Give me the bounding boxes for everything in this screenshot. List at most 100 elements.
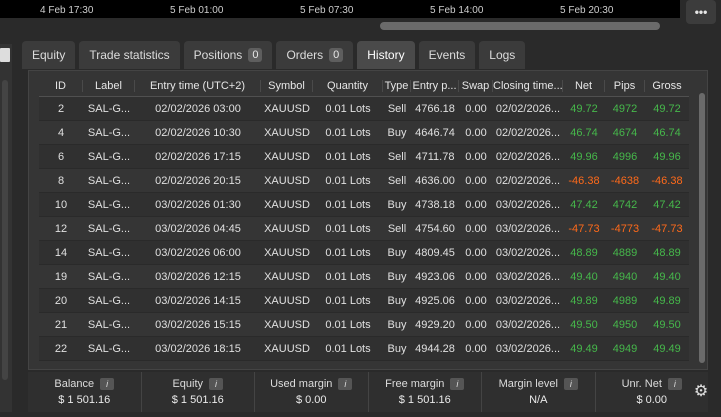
trade-id-cell: 8 [57,174,65,187]
chart-horizontal-scrollbar[interactable] [380,22,660,30]
summary-label: Used margin [270,378,333,390]
trade-type-cell: Buy [387,342,407,355]
trade-label-cell: SAL-G... [87,102,131,115]
trade-id-cell: 22 [54,342,68,355]
symbol-cell: XAUUSD [264,150,310,163]
tab-history[interactable]: History [357,41,415,69]
quantity-cell: 0.01 Lots [325,318,371,331]
summary-value: $ 0.00 [295,394,327,406]
summary-label-row: Used margin i [270,378,353,390]
column-header-entry-time[interactable]: Entry time (UTC+2) [135,79,261,92]
column-header-pips[interactable]: Pips [605,79,645,92]
table-row[interactable]: 19 SAL-G... 03/02/2026 12:15 XAUUSD 0.01 Lot… [39,265,689,289]
info-icon[interactable]: i [100,378,115,390]
info-icon[interactable]: i [209,378,224,390]
trade-label-cell: SAL-G... [87,198,131,211]
trade-type-cell: Buy [387,126,407,139]
tab-positions[interactable]: Positions 0 [183,41,273,69]
trade-label-cell: SAL-G... [87,222,131,235]
table-row[interactable]: 2 SAL-G... 02/02/2026 03:00 XAUUSD 0.01 Lots… [39,97,689,121]
quantity-cell: 0.01 Lots [325,294,371,307]
entry-price-cell: 4766.18 [415,102,455,115]
column-header-swap[interactable]: Swap [459,79,493,92]
left-scrollbar[interactable] [2,80,8,380]
column-header-label[interactable]: Label [83,79,135,92]
settings-gear-icon[interactable]: ⚙ [692,383,710,401]
entry-price-cell: 4754.60 [415,222,455,235]
net-cell: 49.40 [570,270,598,283]
swap-cell: 0.00 [465,174,487,187]
net-cell: 49.50 [570,318,598,331]
summary-value: $ 1 501.16 [58,394,111,406]
swap-cell: 0.00 [465,270,487,283]
column-header-entry-price[interactable]: Entry p... [411,79,459,92]
table-row[interactable]: 22 SAL-G... 03/02/2026 18:15 XAUUSD 0.01 Lot… [39,337,689,361]
pips-cell: 4989 [612,294,638,307]
closing-time-cell: 03/02/2026... [495,342,561,355]
column-header-id[interactable]: ID [39,79,83,92]
entry-time-cell: 02/02/2026 17:15 [155,150,241,163]
entry-price-cell: 4636.00 [415,174,455,187]
info-icon[interactable]: i [667,378,682,390]
trade-type-cell: Buy [387,294,407,307]
net-cell: 49.96 [570,150,598,163]
table-row[interactable]: 10 SAL-G... 03/02/2026 01:30 XAUUSD 0.01 Lot… [39,193,689,217]
gross-cell: -46.38 [651,174,683,187]
summary-label-row: Balance i [54,378,115,390]
info-icon[interactable]: i [450,378,465,390]
entry-time-cell: 03/02/2026 04:45 [155,222,241,235]
swap-cell: 0.00 [465,342,487,355]
entry-time-cell: 03/02/2026 14:15 [155,294,241,307]
trade-type-cell: Buy [387,246,407,259]
info-icon[interactable]: i [338,378,353,390]
table-row[interactable]: 21 SAL-G... 03/02/2026 15:15 XAUUSD 0.01 Lot… [39,313,689,337]
tab-orders[interactable]: Orders 0 [276,41,354,69]
table-row[interactable]: 14 SAL-G... 03/02/2026 06:00 XAUUSD 0.01 Lot… [39,241,689,265]
table-row[interactable]: 6 SAL-G... 02/02/2026 17:15 XAUUSD 0.01 Lots… [39,145,689,169]
table-vertical-scrollbar[interactable] [699,93,705,363]
trade-label-cell: SAL-G... [87,246,131,259]
quantity-cell: 0.01 Lots [325,174,371,187]
scrollbar-thumb[interactable] [699,93,705,363]
summary-equity: Equity i $ 1 501.16 [142,372,255,412]
tab-events[interactable]: Events [418,41,476,69]
closing-time-cell: 03/02/2026... [495,294,561,307]
summary-label: Margin level [498,378,558,390]
net-cell: -47.73 [568,222,600,235]
gross-cell: 49.89 [653,294,681,307]
table-row[interactable]: 12 SAL-G... 03/02/2026 04:45 XAUUSD 0.01 Lot… [39,217,689,241]
table-row[interactable]: 8 SAL-G... 02/02/2026 20:15 XAUUSD 0.01 Lots… [39,169,689,193]
tab-equity[interactable]: Equity [22,41,76,69]
summary-label: Free margin [385,378,445,390]
table-row[interactable]: 20 SAL-G... 03/02/2026 14:15 XAUUSD 0.01 Lot… [39,289,689,313]
pips-cell: 4889 [612,246,638,259]
table-row[interactable]: 4 SAL-G... 02/02/2026 10:30 XAUUSD 0.01 Lots… [39,121,689,145]
tab-count-badge: 0 [248,48,263,62]
info-icon[interactable]: i [563,378,578,390]
column-header-gross[interactable]: Gross [645,80,689,92]
column-header-quantity[interactable]: Quantity [313,79,383,92]
chart-area: 4 Feb 17:30 5 Feb 01:00 5 Feb 07:30 5 Fe… [0,0,680,36]
tab-logs[interactable]: Logs [479,41,526,69]
column-header-closing-time[interactable]: Closing time... [493,79,563,92]
quantity-cell: 0.01 Lots [325,246,371,259]
net-cell: 46.74 [570,126,598,139]
summary-value: $ 0.00 [636,394,668,406]
table-header: ID Label Entry time (UTC+2) Symbol Quant… [39,75,689,97]
gross-cell: 47.42 [653,198,681,211]
net-cell: 47.42 [570,198,598,211]
summary-used-margin: Used margin i $ 0.00 [255,372,369,412]
pips-cell: 4742 [612,198,638,211]
tab-label: Trade statistics [89,48,170,62]
trade-id-cell: 10 [54,198,68,211]
summary-label-row: Equity i [172,378,224,390]
column-header-symbol[interactable]: Symbol [261,79,313,92]
time-axis-label: 4 Feb 17:30 [40,5,94,16]
panel-icon[interactable] [0,48,10,62]
symbol-cell: XAUUSD [264,126,310,139]
column-header-net[interactable]: Net [563,79,605,92]
column-header-type[interactable]: Type [383,79,411,92]
quantity-cell: 0.01 Lots [325,222,371,235]
tab-trade-statistics[interactable]: Trade statistics [79,41,180,69]
more-options-button[interactable]: ••• [686,0,716,24]
